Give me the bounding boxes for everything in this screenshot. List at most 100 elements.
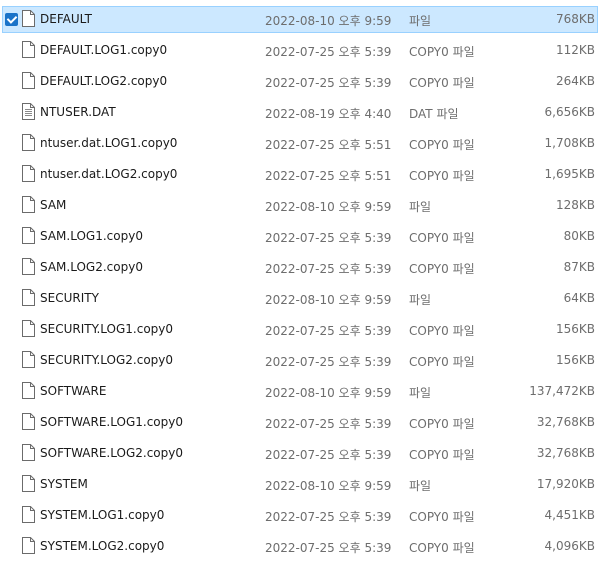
- file-row[interactable]: SAM 2022-08-10 오후 9:59 파일 128KB: [0, 190, 601, 221]
- file-type: COPY0 파일: [409, 510, 475, 524]
- file-name[interactable]: SYSTEM.LOG1.copy0: [40, 508, 164, 522]
- blank-file-icon: [22, 475, 35, 492]
- file-size: 112KB: [555, 43, 595, 57]
- file-size: 128KB: [555, 198, 595, 212]
- file-modified-date: 2022-07-25 오후 5:39: [265, 541, 392, 555]
- file-type: COPY0 파일: [409, 448, 475, 462]
- file-name[interactable]: SECURITY.LOG2.copy0: [40, 353, 173, 367]
- file-name[interactable]: ntuser.dat.LOG2.copy0: [40, 167, 177, 181]
- file-modified-date: 2022-07-25 오후 5:39: [265, 448, 392, 462]
- checkbox-checked-icon[interactable]: [5, 13, 18, 26]
- file-row[interactable]: ntuser.dat.LOG1.copy0 2022-07-25 오후 5:51 C…: [0, 128, 601, 159]
- blank-file-icon: [22, 258, 35, 275]
- blank-file-icon: [22, 413, 35, 430]
- file-size: 64KB: [563, 291, 595, 305]
- file-type: 파일: [409, 386, 432, 400]
- file-modified-date: 2022-07-25 오후 5:39: [265, 510, 392, 524]
- file-type: COPY0 파일: [409, 417, 475, 431]
- file-type: COPY0 파일: [409, 231, 475, 245]
- lined-file-icon: [22, 103, 35, 120]
- file-modified-date: 2022-07-25 오후 5:39: [265, 262, 392, 276]
- file-size: 156KB: [555, 353, 595, 367]
- blank-file-icon: [22, 134, 35, 151]
- file-row[interactable]: ntuser.dat.LOG2.copy0 2022-07-25 오후 5:51 C…: [0, 159, 601, 190]
- file-modified-date: 2022-07-25 오후 5:39: [265, 45, 392, 59]
- file-size: 32,768KB: [536, 446, 595, 460]
- file-row[interactable]: SYSTEM 2022-08-10 오후 9:59 파일 17,920KB: [0, 469, 601, 500]
- blank-file-icon: [22, 382, 35, 399]
- blank-file-icon: [22, 10, 35, 27]
- file-name[interactable]: ntuser.dat.LOG1.copy0: [40, 136, 177, 150]
- file-name[interactable]: SYSTEM.LOG2.copy0: [40, 539, 164, 553]
- file-name[interactable]: SAM.LOG2.copy0: [40, 260, 143, 274]
- file-size: 156KB: [555, 322, 595, 336]
- blank-file-icon: [22, 537, 35, 554]
- file-row[interactable]: SAM.LOG2.copy0 2022-07-25 오후 5:39 COPY0 파일…: [0, 252, 601, 283]
- file-size: 6,656KB: [544, 105, 595, 119]
- blank-file-icon: [22, 351, 35, 368]
- file-row[interactable]: SECURITY 2022-08-10 오후 9:59 파일 64KB: [0, 283, 601, 314]
- file-row[interactable]: SAM.LOG1.copy0 2022-07-25 오후 5:39 COPY0 파일…: [0, 221, 601, 252]
- file-row[interactable]: SECURITY.LOG1.copy0 2022-07-25 오후 5:39 COP…: [0, 314, 601, 345]
- file-name[interactable]: DEFAULT: [40, 12, 92, 26]
- blank-file-icon: [22, 196, 35, 213]
- file-type: COPY0 파일: [409, 541, 475, 555]
- file-row[interactable]: SYSTEM.LOG2.copy0 2022-07-25 오후 5:39 COPY0…: [0, 531, 601, 562]
- file-name[interactable]: SAM.LOG1.copy0: [40, 229, 143, 243]
- file-name[interactable]: DEFAULT.LOG1.copy0: [40, 43, 167, 57]
- file-type: 파일: [409, 293, 432, 307]
- file-name[interactable]: SYSTEM: [40, 477, 88, 491]
- file-modified-date: 2022-07-25 오후 5:39: [265, 324, 392, 338]
- blank-file-icon: [22, 444, 35, 461]
- file-modified-date: 2022-07-25 오후 5:39: [265, 76, 392, 90]
- file-size: 17,920KB: [536, 477, 595, 491]
- blank-file-icon: [22, 165, 35, 182]
- blank-file-icon: [22, 320, 35, 337]
- blank-file-icon: [22, 41, 35, 58]
- file-row[interactable]: SOFTWARE.LOG1.copy0 2022-07-25 오후 5:39 COP…: [0, 407, 601, 438]
- file-size: 4,096KB: [544, 539, 595, 553]
- file-row[interactable]: DEFAULT.LOG1.copy0 2022-07-25 오후 5:39 COPY…: [0, 35, 601, 66]
- file-modified-date: 2022-07-25 오후 5:51: [265, 169, 392, 183]
- file-modified-date: 2022-07-25 오후 5:39: [265, 231, 392, 245]
- file-row[interactable]: DEFAULT 2022-08-10 오후 9:59 파일 768KB: [0, 4, 601, 35]
- file-size: 137,472KB: [529, 384, 595, 398]
- file-modified-date: 2022-08-10 오후 9:59: [265, 386, 392, 400]
- file-modified-date: 2022-07-25 오후 5:51: [265, 138, 392, 152]
- file-row[interactable]: SOFTWARE.LOG2.copy0 2022-07-25 오후 5:39 COP…: [0, 438, 601, 469]
- file-modified-date: 2022-08-10 오후 9:59: [265, 293, 392, 307]
- file-type: 파일: [409, 14, 432, 28]
- blank-file-icon: [22, 227, 35, 244]
- file-size: 32,768KB: [536, 415, 595, 429]
- file-name[interactable]: DEFAULT.LOG2.copy0: [40, 74, 167, 88]
- blank-file-icon: [22, 72, 35, 89]
- file-size: 1,695KB: [544, 167, 595, 181]
- file-modified-date: 2022-08-10 오후 9:59: [265, 200, 392, 214]
- file-type: COPY0 파일: [409, 138, 475, 152]
- file-list: DEFAULT 2022-08-10 오후 9:59 파일 768KB DEFAULT.…: [0, 4, 601, 562]
- file-size: 87KB: [563, 260, 595, 274]
- file-name[interactable]: SOFTWARE.LOG1.copy0: [40, 415, 183, 429]
- file-type: COPY0 파일: [409, 324, 475, 338]
- file-row[interactable]: SOFTWARE 2022-08-10 오후 9:59 파일 137,472KB: [0, 376, 601, 407]
- file-name[interactable]: SECURITY.LOG1.copy0: [40, 322, 173, 336]
- file-row[interactable]: NTUSER.DAT 2022-08-19 오후 4:40 DAT 파일 6,656K…: [0, 97, 601, 128]
- file-row[interactable]: SECURITY.LOG2.copy0 2022-07-25 오후 5:39 COP…: [0, 345, 601, 376]
- file-size: 80KB: [563, 229, 595, 243]
- file-modified-date: 2022-07-25 오후 5:39: [265, 417, 392, 431]
- file-size: 4,451KB: [544, 508, 595, 522]
- file-name[interactable]: SAM: [40, 198, 66, 212]
- file-size: 768KB: [555, 12, 595, 26]
- file-type: DAT 파일: [409, 107, 459, 121]
- file-modified-date: 2022-07-25 오후 5:39: [265, 355, 392, 369]
- file-row[interactable]: SYSTEM.LOG1.copy0 2022-07-25 오후 5:39 COPY0…: [0, 500, 601, 531]
- file-row[interactable]: DEFAULT.LOG2.copy0 2022-07-25 오후 5:39 COPY…: [0, 66, 601, 97]
- file-modified-date: 2022-08-10 오후 9:59: [265, 479, 392, 493]
- file-name[interactable]: SOFTWARE: [40, 384, 106, 398]
- file-name[interactable]: SECURITY: [40, 291, 99, 305]
- file-name[interactable]: NTUSER.DAT: [40, 105, 116, 119]
- file-type: COPY0 파일: [409, 355, 475, 369]
- file-name[interactable]: SOFTWARE.LOG2.copy0: [40, 446, 183, 460]
- file-type: 파일: [409, 200, 432, 214]
- blank-file-icon: [22, 506, 35, 523]
